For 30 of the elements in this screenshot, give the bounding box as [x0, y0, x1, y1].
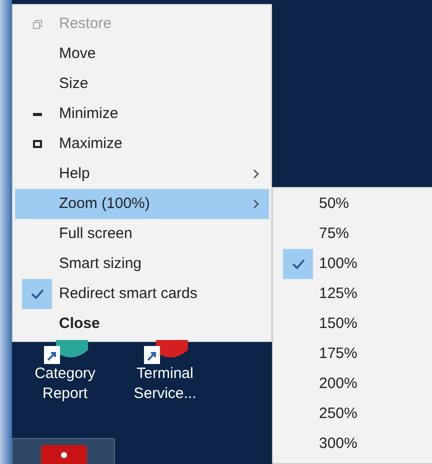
menu-item[interactable]: Redirect smart cards	[15, 279, 269, 309]
menu-item[interactable]: 50%	[273, 189, 432, 219]
maximize-icon	[32, 140, 42, 148]
desktop-icon-label[interactable]: Category Report	[21, 364, 109, 404]
menu-item[interactable]: 175%	[273, 339, 432, 369]
menu-item[interactable]: Smart sizing	[15, 249, 269, 279]
menu-item[interactable]: 125%	[273, 279, 432, 309]
desktop-icon-label[interactable]: Terminal Service...	[121, 364, 209, 404]
menu-item[interactable]: 100%	[273, 249, 432, 279]
checkmark-icon	[292, 259, 304, 269]
menu-item[interactable]: Minimize	[15, 99, 269, 129]
menu-item[interactable]: 250%	[273, 399, 432, 429]
menu-item[interactable]: Zoom (100%)	[15, 189, 269, 219]
menu-item[interactable]: Size	[15, 69, 269, 99]
menu-item[interactable]: 150%	[273, 309, 432, 339]
menu-item[interactable]: Help	[15, 159, 269, 189]
taskbar-button[interactable]	[12, 438, 115, 464]
checkmark-icon	[30, 289, 44, 299]
menu-item[interactable]: Maximize	[15, 129, 269, 159]
restore-icon	[32, 20, 42, 28]
menu-item[interactable]: Full screen	[15, 219, 269, 249]
app-icon	[40, 445, 86, 464]
menu-item[interactable]: Move	[15, 39, 269, 69]
menu-item[interactable]: 300%	[273, 429, 432, 459]
menu-item[interactable]: 200%	[273, 369, 432, 399]
minimize-icon	[32, 112, 42, 116]
menu-item[interactable]: Close	[15, 309, 269, 339]
menu-item[interactable]: 75%	[273, 219, 432, 249]
chevron-right-icon	[253, 198, 259, 209]
chevron-right-icon	[253, 168, 259, 179]
